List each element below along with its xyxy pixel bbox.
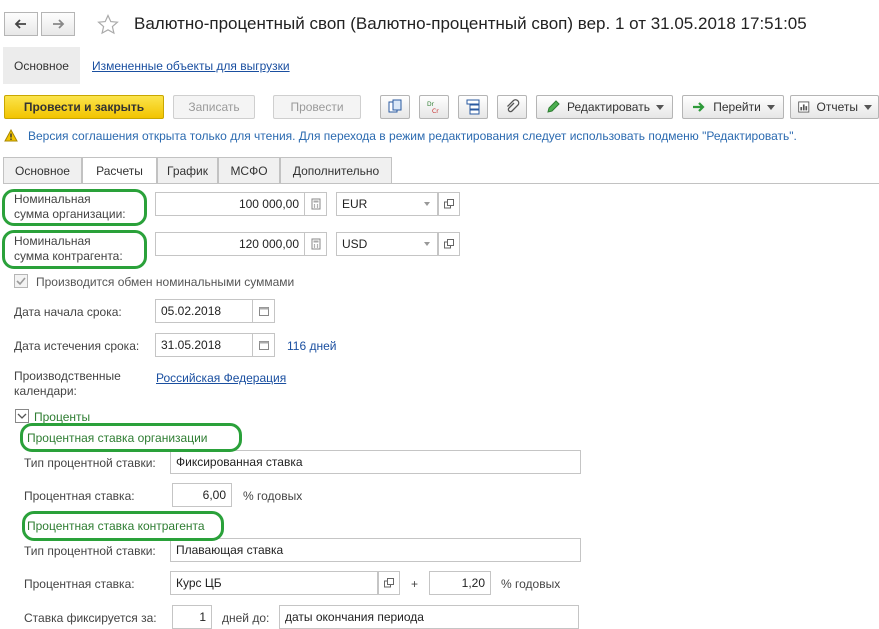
pencil-icon (547, 100, 560, 113)
chevron-down-icon (864, 104, 872, 110)
cp-rate-label: Процентная ставка: (24, 577, 135, 591)
arrow-right-green-icon (693, 102, 705, 112)
section-changed-objects[interactable]: Измененные объекты для выгрузки (92, 59, 290, 73)
warning-text: Версия соглашения открыта только для чте… (28, 129, 797, 143)
chevron-down-icon[interactable] (424, 242, 430, 246)
nominal-org-currency-select[interactable]: EUR (336, 192, 438, 216)
fix-days-input[interactable]: 1 (172, 605, 212, 629)
cp-rate-add-input[interactable]: 1,20 (429, 571, 491, 595)
start-date-label: Дата начала срока: (14, 305, 122, 319)
org-rate-type-label: Тип процентной ставки: (24, 456, 156, 470)
nominal-org-label-line2: сумма организации: (14, 207, 126, 221)
dt-kt-button[interactable]: Dr Cr (419, 95, 449, 119)
document-structure-icon (388, 99, 402, 113)
org-rate-unit: % годовых (243, 489, 303, 503)
end-date-label: Дата истечения срока: (14, 339, 140, 353)
cp-rate-header: Процентная ставка контрагента (27, 519, 205, 533)
attach-button[interactable] (497, 95, 527, 119)
end-date-calendar-button[interactable] (253, 333, 275, 357)
edit-menu-label: Редактировать (567, 100, 650, 114)
nominal-cp-label-line2: сумма контрагента: (14, 249, 123, 263)
nominal-cp-amount-input[interactable]: 120 000,00 (155, 232, 305, 256)
svg-text:Cr: Cr (432, 108, 439, 115)
org-rate-input[interactable]: 6,00 (172, 483, 232, 507)
calendars-label-line2: календари: (14, 384, 77, 398)
paperclip-icon (507, 99, 520, 113)
open-form-icon (444, 199, 454, 209)
readonly-warning: Версия соглашения открыта только для чте… (4, 129, 797, 143)
nominal-org-label-line1: Номинальная (14, 192, 91, 206)
nominal-org-currency-open-button[interactable] (438, 192, 460, 216)
cp-rate-type-label: Тип процентной ставки: (24, 544, 156, 558)
term-days: 116 дней (287, 339, 337, 353)
open-form-icon (384, 578, 394, 588)
nominal-cp-currency-open-button[interactable] (438, 232, 460, 256)
cp-rate-plus: + (411, 577, 419, 591)
back-button[interactable] (4, 12, 38, 36)
report-icon (798, 101, 810, 113)
fix-until-input[interactable]: даты окончания периода (279, 605, 579, 629)
calendar-icon (258, 341, 269, 350)
save-button[interactable]: Записать (173, 95, 255, 119)
cp-rate-base-open-button[interactable] (378, 571, 400, 595)
chevron-down-icon (17, 413, 27, 419)
cp-rate-type-input[interactable]: Плавающая ставка (170, 538, 581, 562)
reports-menu-button[interactable]: Отчеты (790, 95, 879, 119)
nominal-cp-currency-select[interactable]: USD (336, 232, 438, 256)
warning-icon (4, 129, 18, 142)
percents-collapse-toggle[interactable] (15, 409, 29, 423)
start-date-input[interactable]: 05.02.2018 (155, 299, 253, 323)
structure-button[interactable] (380, 95, 410, 119)
tab-schedule[interactable]: График (157, 157, 218, 183)
arrow-left-icon (14, 19, 26, 29)
open-form-icon (444, 239, 454, 249)
tab-main[interactable]: Основное (3, 157, 82, 183)
window-title: Валютно-процентный своп (Валютно-процент… (134, 14, 807, 33)
org-rate-label: Процентная ставка: (24, 489, 135, 503)
forward-button[interactable] (41, 12, 75, 36)
section-main[interactable]: Основное (3, 47, 80, 84)
tab-divider (3, 183, 879, 184)
post-and-close-button[interactable]: Провести и закрыть (4, 95, 164, 119)
nominal-org-amount-input[interactable]: 100 000,00 (155, 192, 305, 216)
end-date-input[interactable]: 31.05.2018 (155, 333, 253, 357)
subordinate-docs-button[interactable] (458, 95, 488, 119)
cp-rate-base-input[interactable]: Курс ЦБ (170, 571, 378, 595)
nominal-cp-label-line1: Номинальная (14, 234, 91, 248)
reports-menu-label: Отчеты (816, 100, 858, 114)
nominal-org-calc-button[interactable] (305, 192, 327, 216)
calculator-icon (311, 198, 320, 210)
tab-ifrs[interactable]: МСФО (218, 157, 280, 183)
edit-menu-button[interactable]: Редактировать (536, 95, 673, 119)
nominal-cp-calc-button[interactable] (305, 232, 327, 256)
calendars-label-line1: Производственные (14, 369, 121, 383)
chevron-down-icon (655, 104, 664, 110)
chevron-down-icon[interactable] (424, 202, 430, 206)
cp-rate-unit: % годовых (501, 577, 561, 591)
exchange-nominals-checkbox[interactable] (14, 274, 28, 288)
fix-label: Ставка фиксируется за: (24, 611, 157, 625)
favorite-star-icon[interactable] (96, 13, 120, 37)
svg-text:Dr: Dr (427, 101, 435, 108)
arrow-right-icon (53, 19, 65, 29)
debit-credit-icon: DrCr (427, 101, 439, 115)
tab-additional[interactable]: Дополнительно (280, 157, 392, 183)
hierarchy-icon (466, 99, 480, 115)
fix-days-label: дней до: (222, 611, 270, 625)
org-rate-header: Процентная ставка организации (27, 431, 208, 445)
calculator-icon (311, 238, 320, 250)
start-date-calendar-button[interactable] (253, 299, 275, 323)
goto-menu-button[interactable]: Перейти (682, 95, 784, 119)
calendar-icon (258, 307, 269, 316)
goto-menu-label: Перейти (713, 100, 761, 114)
post-button[interactable]: Провести (273, 95, 361, 119)
tab-calculations[interactable]: Расчеты (82, 157, 157, 184)
org-rate-type-input[interactable]: Фиксированная ставка (170, 450, 581, 474)
calendars-link[interactable]: Российская Федерация (156, 371, 286, 385)
exchange-nominals-label: Производится обмен номинальными суммами (36, 275, 295, 289)
checkmark-icon (16, 277, 26, 286)
percents-group-title[interactable]: Проценты (34, 410, 90, 424)
chevron-down-icon (766, 104, 775, 110)
